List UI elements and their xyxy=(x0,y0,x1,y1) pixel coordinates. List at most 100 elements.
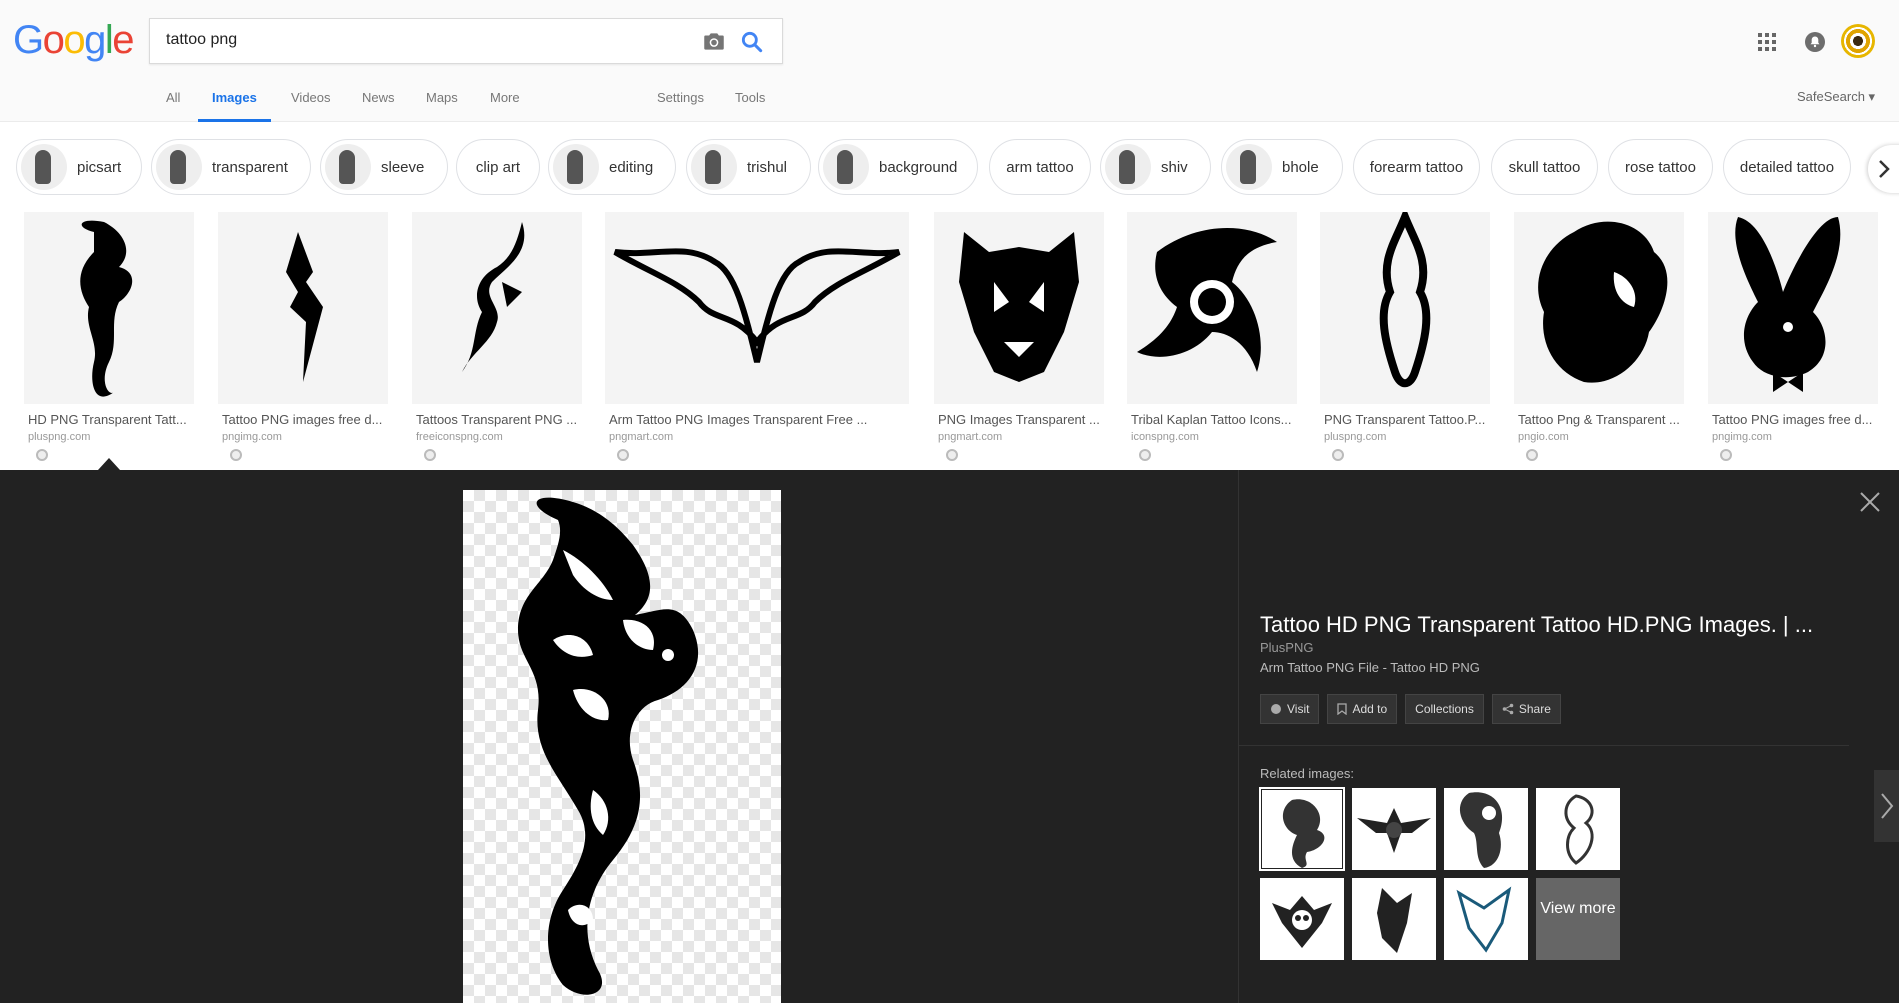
globe-icon xyxy=(1271,704,1281,714)
related-image[interactable] xyxy=(1260,878,1344,960)
image-result[interactable]: Tribal Kaplan Tattoo Icons... iconspng.co… xyxy=(1127,212,1297,467)
related-image[interactable] xyxy=(1444,788,1528,870)
source-favicon-icon xyxy=(617,449,629,461)
tattoo-image xyxy=(959,232,1079,382)
suggestion-chip[interactable]: trishul xyxy=(686,139,811,195)
result-domain: pluspng.com xyxy=(28,431,91,443)
result-thumbnail xyxy=(1127,212,1297,404)
related-image[interactable] xyxy=(1536,788,1620,870)
search-box xyxy=(149,18,783,64)
result-domain: pngio.com xyxy=(1518,431,1569,443)
share-button[interactable]: Share xyxy=(1491,694,1561,724)
preview-title[interactable]: Tattoo HD PNG Transparent Tattoo HD.PNG … xyxy=(1260,612,1820,638)
tattoo-image xyxy=(462,222,525,372)
result-thumbnail xyxy=(218,212,388,404)
related-image[interactable] xyxy=(1352,788,1436,870)
chip-label: forearm tattoo xyxy=(1369,158,1464,176)
tab-settings[interactable]: Settings xyxy=(657,90,704,122)
suggestion-chip[interactable]: transparent xyxy=(151,139,311,195)
result-title: PNG Transparent Tattoo.P... xyxy=(1324,412,1486,427)
related-image[interactable] xyxy=(1259,787,1345,871)
result-title: PNG Images Transparent ... xyxy=(938,412,1100,427)
collections-label: Collections xyxy=(1415,702,1474,716)
related-thumbnail xyxy=(1564,794,1594,865)
view-more-button[interactable]: View more xyxy=(1536,878,1620,960)
source-favicon-icon xyxy=(1332,449,1344,461)
result-domain: pngmart.com xyxy=(609,431,674,443)
tab-videos[interactable]: Videos xyxy=(291,90,331,122)
search-tabs: All Images Videos News Maps More Setting… xyxy=(0,86,1899,122)
image-result[interactable]: Tattoos Transparent PNG ... freeiconspng.… xyxy=(412,212,582,467)
divider xyxy=(1239,745,1849,746)
next-image-button[interactable] xyxy=(1874,770,1899,842)
suggestion-chip[interactable]: background xyxy=(818,139,978,195)
image-result[interactable]: Arm Tattoo PNG Images Transparent Free .… xyxy=(605,212,909,467)
suggestion-chip[interactable]: shiv xyxy=(1100,139,1211,195)
related-thumbnail xyxy=(1459,792,1503,868)
source-favicon-icon xyxy=(1720,449,1732,461)
image-result[interactable]: PNG Transparent Tattoo.P... pluspng.com xyxy=(1320,212,1490,467)
result-thumbnail xyxy=(1708,212,1878,404)
avatar[interactable] xyxy=(1841,24,1875,58)
result-thumbnail xyxy=(1320,212,1490,404)
suggestion-chip[interactable]: detailed tattoo xyxy=(1723,139,1851,195)
chip-thumbnail xyxy=(823,144,869,190)
suggestion-chip[interactable]: editing xyxy=(548,139,676,195)
tab-tools[interactable]: Tools xyxy=(735,90,765,122)
add-to-button[interactable]: Add to xyxy=(1327,694,1398,724)
related-image[interactable] xyxy=(1352,878,1436,960)
preview-image[interactable] xyxy=(463,490,781,1003)
chevron-right-icon xyxy=(1881,793,1894,819)
image-result[interactable]: Tattoo PNG images free d... pngimg.com xyxy=(218,212,388,467)
bookmark-icon xyxy=(1337,703,1348,715)
image-info-panel: Tattoo HD PNG Transparent Tattoo HD.PNG … xyxy=(1238,470,1849,1003)
chip-label: trishul xyxy=(747,158,788,176)
notifications-bell-icon[interactable] xyxy=(1803,30,1827,54)
camera-icon[interactable] xyxy=(701,29,727,55)
suggestion-chip[interactable]: picsart xyxy=(16,139,142,195)
logo-letter: o xyxy=(42,18,65,62)
image-result[interactable]: PNG Images Transparent ... pngmart.com xyxy=(934,212,1104,467)
result-thumbnail xyxy=(934,212,1104,404)
search-input[interactable] xyxy=(166,31,666,49)
related-image[interactable] xyxy=(1444,878,1528,960)
google-logo[interactable]: Google xyxy=(13,18,134,63)
suggestion-chips: picsart transparent sleeve clip art editing t… xyxy=(0,137,1899,197)
suggestion-chip[interactable]: clip art xyxy=(456,139,540,195)
suggestion-chip[interactable]: rose tattoo xyxy=(1608,139,1713,195)
tattoo-image xyxy=(286,232,323,382)
safesearch-dropdown[interactable]: SafeSearch ▾ xyxy=(1797,89,1875,105)
image-result[interactable]: Tattoo Png & Transparent ... pngio.com xyxy=(1514,212,1684,467)
suggestion-chip[interactable]: sleeve xyxy=(320,139,448,195)
header: Google All Images Videos News Maps More xyxy=(0,0,1899,122)
apps-grid-icon[interactable] xyxy=(1757,32,1777,52)
suggestion-chip[interactable]: skull tattoo xyxy=(1491,139,1598,195)
search-icon[interactable] xyxy=(739,29,765,55)
result-thumbnail xyxy=(412,212,582,404)
preview-actions: Visit Add to Collections Share xyxy=(1260,694,1561,724)
chips-next-button[interactable] xyxy=(1868,145,1899,193)
suggestion-chip[interactable]: bhole xyxy=(1221,139,1343,195)
visit-button[interactable]: Visit xyxy=(1260,694,1320,724)
image-result[interactable]: Tattoo PNG images free d... pngimg.com xyxy=(1708,212,1878,467)
tab-maps[interactable]: Maps xyxy=(426,90,458,122)
tab-images[interactable]: Images xyxy=(198,90,271,122)
chip-label: arm tattoo xyxy=(1006,158,1074,176)
tab-more[interactable]: More xyxy=(490,90,520,122)
source-favicon-icon xyxy=(1139,449,1151,461)
chip-thumbnail xyxy=(1226,144,1272,190)
chip-label: background xyxy=(879,158,958,176)
collections-button[interactable]: Collections xyxy=(1405,694,1484,724)
image-result[interactable]: HD PNG Transparent Tatt... pluspng.com xyxy=(24,212,194,467)
source-favicon-icon xyxy=(946,449,958,461)
logo-letter: e xyxy=(112,18,134,62)
tab-news[interactable]: News xyxy=(362,90,395,122)
suggestion-chip[interactable]: arm tattoo xyxy=(989,139,1091,195)
close-icon[interactable] xyxy=(1858,490,1882,514)
source-favicon-icon xyxy=(230,449,242,461)
share-icon xyxy=(1502,703,1514,715)
suggestion-chip[interactable]: forearm tattoo xyxy=(1353,139,1480,195)
chip-thumbnail xyxy=(325,144,371,190)
tab-all[interactable]: All xyxy=(166,90,180,122)
chip-thumbnail xyxy=(553,144,599,190)
